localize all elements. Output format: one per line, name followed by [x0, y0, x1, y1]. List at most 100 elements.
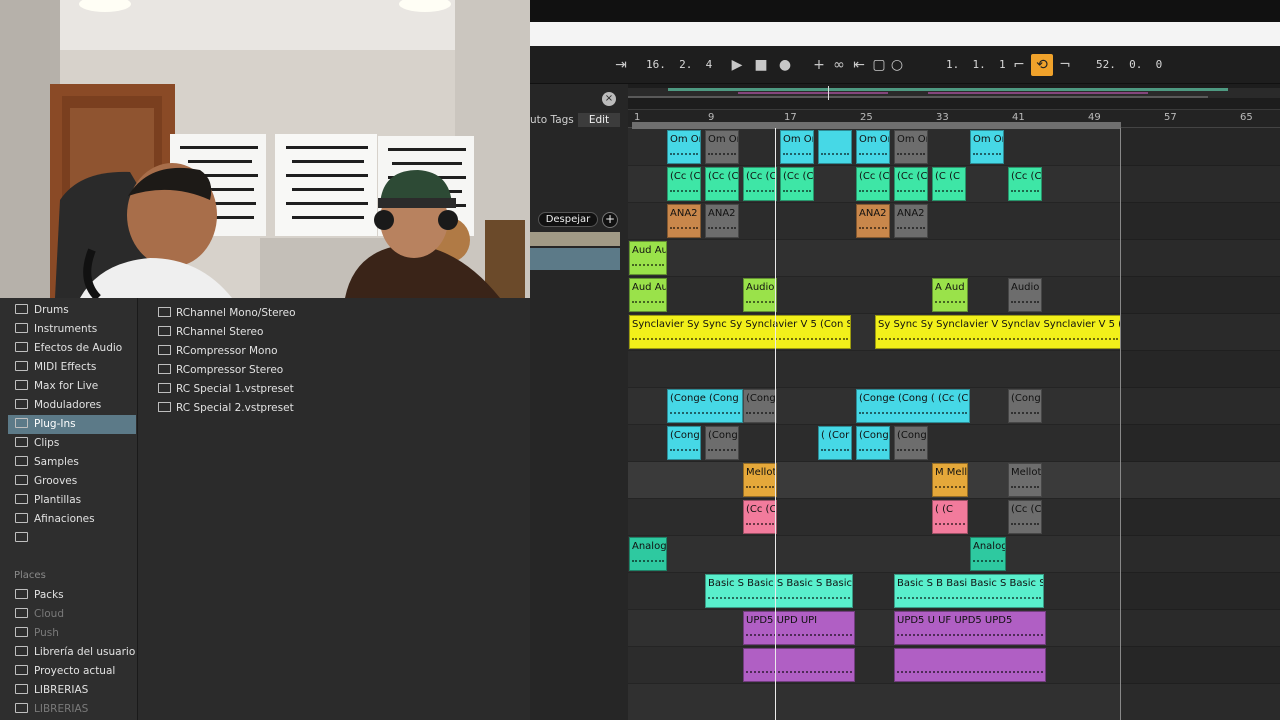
- loop-length[interactable]: 52. 0. 0: [1096, 54, 1162, 76]
- sidebar-item-midi-effects[interactable]: MIDI Effects: [8, 358, 136, 377]
- sidebar-item-packs[interactable]: Packs: [8, 586, 136, 605]
- play-button[interactable]: ▶: [726, 54, 748, 76]
- overdub-icon[interactable]: +: [808, 54, 830, 76]
- file-item[interactable]: RCompressor Mono: [158, 342, 278, 361]
- clip[interactable]: Basic S B Basi Basic S Basic S: [894, 574, 1044, 608]
- clip[interactable]: Analog: [629, 537, 667, 571]
- clip[interactable]: Aud Aud: [629, 241, 667, 275]
- arrangement-overview[interactable]: [628, 84, 1280, 110]
- stop-button[interactable]: ■: [750, 54, 772, 76]
- clip[interactable]: Basic S Basic S Basic S Basic S: [705, 574, 853, 608]
- file-item[interactable]: RChannel Stereo: [158, 323, 263, 342]
- clip[interactable]: Om Om: [970, 130, 1004, 164]
- sidebar-item-cloud[interactable]: Cloud: [8, 605, 136, 624]
- clip[interactable]: [743, 648, 855, 682]
- clip[interactable]: (Cc (C: [1008, 500, 1042, 534]
- clip[interactable]: Om Om: [780, 130, 814, 164]
- clip[interactable]: Sy Sync Sy Synclavier V Synclav Synclavi…: [875, 315, 1121, 349]
- clip-label: (Cc (C: [783, 171, 814, 182]
- sidebar-item-samples[interactable]: Samples: [8, 453, 136, 472]
- clip[interactable]: (Cc (C: [667, 167, 701, 201]
- clip[interactable]: ( (Cor: [818, 426, 852, 460]
- sidebar-item-user-library[interactable]: Librería del usuario: [8, 643, 136, 662]
- auto-tags-label[interactable]: uto Tags: [530, 114, 574, 126]
- clip[interactable]: Audio: [743, 278, 777, 312]
- clip[interactable]: ANA2: [667, 204, 701, 238]
- sidebar-item-grooves[interactable]: Grooves: [8, 472, 136, 491]
- loop-brace[interactable]: [632, 122, 1121, 129]
- clip[interactable]: ANA2: [705, 204, 739, 238]
- clip[interactable]: ( (C: [932, 500, 968, 534]
- clip[interactable]: (Conge: [1008, 389, 1042, 423]
- clip[interactable]: Om Om: [856, 130, 890, 164]
- punch-out-icon[interactable]: ¬: [1054, 54, 1076, 76]
- clip[interactable]: ANA2: [856, 204, 890, 238]
- sidebar-item-push[interactable]: Push: [8, 624, 136, 643]
- arrangement-position[interactable]: 16. 2. 4: [646, 54, 712, 76]
- sidebar-item-templates[interactable]: Plantillas: [8, 491, 136, 510]
- follow-icon[interactable]: ⇥: [610, 54, 632, 76]
- clip[interactable]: (Cc (C: [856, 167, 890, 201]
- tag-strip-selected[interactable]: [530, 248, 620, 270]
- clip[interactable]: [894, 648, 1046, 682]
- clip[interactable]: (Cc (C: [743, 167, 777, 201]
- edit-button[interactable]: Edit: [578, 113, 620, 127]
- clip[interactable]: (Cong: [856, 426, 890, 460]
- clip[interactable]: ANA2: [894, 204, 928, 238]
- add-tag-button[interactable]: +: [602, 212, 618, 228]
- sidebar-item-librerias-2[interactable]: LIBRERIAS: [8, 700, 136, 719]
- file-item[interactable]: RChannel Mono/Stereo: [158, 304, 296, 323]
- clip[interactable]: Mellotr: [1008, 463, 1042, 497]
- clip[interactable]: (Cc (C: [894, 167, 928, 201]
- automation-arm-icon[interactable]: ∞: [828, 54, 850, 76]
- clip[interactable]: UPD5 UPD UPI: [743, 611, 855, 645]
- clip[interactable]: (Cong: [894, 426, 928, 460]
- clip[interactable]: [818, 130, 852, 164]
- clip[interactable]: (Cong: [667, 426, 701, 460]
- sidebar-item-plug-ins[interactable]: Plug-Ins: [8, 415, 136, 434]
- tag-strip[interactable]: [530, 232, 620, 246]
- punch-in-icon[interactable]: ⌐: [1008, 54, 1030, 76]
- clip[interactable]: (Cc (C: [1008, 167, 1042, 201]
- sidebar-item-instruments[interactable]: Instruments: [8, 320, 136, 339]
- close-icon[interactable]: ×: [602, 92, 616, 106]
- sidebar-item-tunings[interactable]: Afinaciones: [8, 510, 136, 529]
- session-record-icon[interactable]: ○: [886, 54, 908, 76]
- clip[interactable]: Om Om: [894, 130, 928, 164]
- clip[interactable]: M Mell: [932, 463, 968, 497]
- clip[interactable]: Mellotr: [743, 463, 777, 497]
- reenable-automation-icon[interactable]: ⇤: [848, 54, 870, 76]
- clip[interactable]: (Cong: [743, 389, 777, 423]
- sidebar-item-librerias[interactable]: LIBRERIAS: [8, 681, 136, 700]
- loop-switch-icon[interactable]: ⟲: [1031, 54, 1053, 76]
- record-button[interactable]: ●: [774, 54, 796, 76]
- sidebar-item-modulators[interactable]: Moduladores: [8, 396, 136, 415]
- sidebar-item-clips[interactable]: Clips: [8, 434, 136, 453]
- clip[interactable]: Om Om: [705, 130, 739, 164]
- sidebar-item-drums[interactable]: Drums: [8, 301, 136, 320]
- clip[interactable]: A Aud: [932, 278, 968, 312]
- file-item[interactable]: RCompressor Stereo: [158, 361, 283, 380]
- arrangement-view[interactable]: 1 9 17 25 33 41 49 57 65 Om OmOm OmOm Om…: [628, 84, 1280, 720]
- clip[interactable]: Analog: [970, 537, 1006, 571]
- clip[interactable]: Aud Au: [629, 278, 667, 312]
- sidebar-item-max-for-live[interactable]: Max for Live: [8, 377, 136, 396]
- sidebar-item-current-project[interactable]: Proyecto actual: [8, 662, 136, 681]
- clip[interactable]: UPD5 U UF UPD5 UPD5: [894, 611, 1046, 645]
- file-item[interactable]: RC Special 1.vstpreset: [158, 380, 294, 399]
- clip[interactable]: (Cc (C: [705, 167, 739, 201]
- clip[interactable]: (Cc (C: [780, 167, 814, 201]
- clip[interactable]: Om Om: [667, 130, 701, 164]
- sidebar-item-extra[interactable]: [8, 529, 136, 548]
- clear-button[interactable]: Despejar: [538, 212, 598, 227]
- clip[interactable]: (Conge (Cong: [667, 389, 743, 423]
- clip[interactable]: Synclavier Sy Sync Sy Synclavier V 5 (Co…: [629, 315, 851, 349]
- loop-start[interactable]: 1. 1. 1: [946, 54, 1006, 76]
- file-item[interactable]: RC Special 2.vstpreset: [158, 399, 294, 418]
- clip[interactable]: (Cc (C: [743, 500, 777, 534]
- clip[interactable]: (Cong: [705, 426, 739, 460]
- clip[interactable]: (Conge (Cong ( (Cc (Cong: [856, 389, 970, 423]
- clip[interactable]: (C (C: [932, 167, 966, 201]
- clip[interactable]: Audio: [1008, 278, 1042, 312]
- sidebar-item-audio-effects[interactable]: Efectos de Audio: [8, 339, 136, 358]
